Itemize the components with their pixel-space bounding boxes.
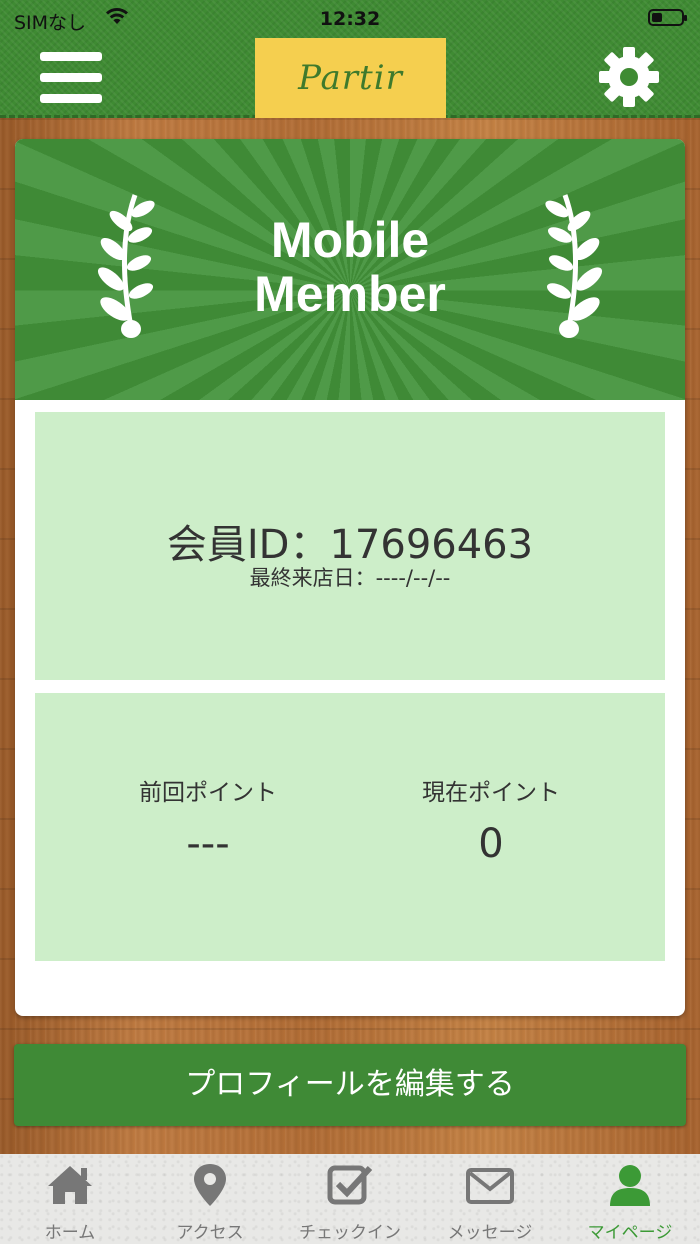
logo-text: Partir xyxy=(298,58,403,98)
checkbox-icon xyxy=(327,1165,373,1205)
tab-home-label: ホーム xyxy=(44,1223,96,1243)
app-header: SIMなし 12:32 Partir xyxy=(0,0,700,118)
tab-access[interactable]: アクセス xyxy=(140,1154,280,1244)
laurel-right-icon xyxy=(545,194,603,338)
tab-home[interactable]: ホーム xyxy=(0,1154,140,1244)
member-card: Mobile Member 会員ID：17696463 最終来店日：----/-… xyxy=(15,139,685,1016)
settings-button[interactable] xyxy=(598,46,660,108)
tab-mypage[interactable]: マイページ xyxy=(560,1154,700,1244)
tab-mypage-label: マイページ xyxy=(587,1223,673,1243)
battery-icon xyxy=(648,9,687,26)
current-points-value: 0 xyxy=(478,821,504,867)
hamburger-icon xyxy=(40,52,102,61)
home-icon xyxy=(48,1166,92,1204)
tab-bar: ホーム アクセス チェックイン メッセージ マイページ xyxy=(0,1154,700,1244)
map-pin-icon xyxy=(194,1164,226,1206)
tab-message[interactable]: メッセージ xyxy=(420,1154,560,1244)
status-bar: SIMなし 12:32 xyxy=(0,0,700,40)
member-banner: Mobile Member xyxy=(15,139,685,400)
tab-access-label: アクセス xyxy=(176,1223,244,1243)
edit-profile-button[interactable]: プロフィールを編集する xyxy=(14,1044,686,1126)
last-visit-date: 最終来店日：----/--/-- xyxy=(249,566,451,590)
menu-button[interactable] xyxy=(40,52,102,104)
current-points: 現在ポイント 0 xyxy=(371,773,611,867)
clock: 12:32 xyxy=(319,8,381,30)
current-points-label: 現在ポイント xyxy=(422,780,560,806)
tab-checkin-label: チェックイン xyxy=(299,1223,401,1243)
points-panel: 前回ポイント --- 現在ポイント 0 xyxy=(35,693,665,961)
previous-points-value: --- xyxy=(186,821,230,867)
previous-points: 前回ポイント --- xyxy=(88,773,328,867)
tab-message-label: メッセージ xyxy=(447,1223,533,1243)
envelope-icon xyxy=(466,1168,514,1204)
app-logo[interactable]: Partir xyxy=(255,38,446,118)
member-id-panel: 会員ID：17696463 最終来店日：----/--/-- xyxy=(35,412,665,680)
gear-icon xyxy=(599,47,659,107)
user-icon xyxy=(610,1165,650,1206)
tab-checkin[interactable]: チェックイン xyxy=(280,1154,420,1244)
previous-points-label: 前回ポイント xyxy=(139,780,277,806)
